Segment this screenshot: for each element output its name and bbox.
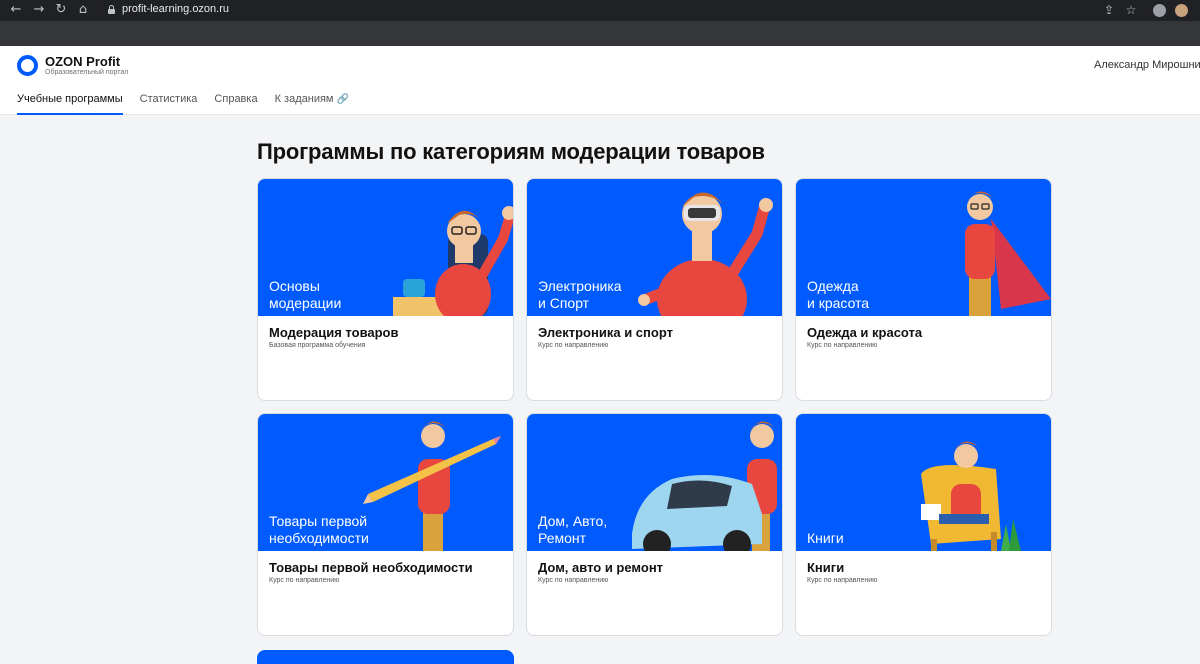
card-banner: Дом, Авто, Ремонт [527,414,782,551]
page-title: Программы по категориям модерации товаро… [257,139,765,164]
tab-tasks[interactable]: К заданиям 🔗 [275,93,349,115]
card-banner: Электроника и Спорт [527,179,782,316]
card-title: Одежда и красота [807,325,923,340]
card-banner: Одежда и красота [796,179,1051,316]
card-subtitle: Курс по направлению [807,342,878,349]
card-banner: Основы модерации [258,179,513,316]
back-icon[interactable]: ← [8,2,24,18]
extension-icon[interactable] [1153,4,1166,17]
card-title: Электроника и спорт [538,325,673,340]
forward-icon[interactable]: → [31,2,47,18]
program-card[interactable]: Дом, Авто, Ремонт Дом, авто и ремонт Курс… [526,413,783,636]
banner-label: Одежда и красота [807,278,870,311]
tab-programs[interactable]: Учебные программы [17,93,123,115]
ozon-logo-icon[interactable] [17,55,38,76]
banner-label: Товары первой необходимости [269,513,369,546]
banner-label: Книги [807,530,844,546]
card-title: Товары первой необходимости [269,560,473,575]
tab-help[interactable]: Справка [214,93,257,115]
card-subtitle: Курс по направлению [538,577,609,584]
program-card-partial[interactable] [257,650,514,664]
lock-icon [108,5,115,14]
banner-label: Электроника и Спорт [538,278,622,311]
user-name[interactable]: Александр Мирошни [1094,59,1200,71]
tab-statistics[interactable]: Статистика [140,93,198,115]
card-title: Книги [807,560,845,575]
card-banner: Книги [796,414,1051,551]
address-bar[interactable] [98,1,1148,20]
card-subtitle: Курс по направлению [269,577,340,584]
card-title: Модерация товаров [269,325,399,340]
bookmark-star-icon[interactable]: ☆ [1123,2,1139,18]
program-card[interactable]: Товары первой необходимости Товары первой… [257,413,514,636]
external-link-icon: 🔗 [336,94,349,105]
profile-avatar-icon[interactable] [1175,4,1188,17]
program-grid: Основы модерации Модерация товаров Базова… [257,178,1053,636]
card-banner: Товары первой необходимости [258,414,513,551]
address-url[interactable]: profit-learning.ozon.ru [122,3,229,15]
main-nav: Учебные программы Статистика Справка К з… [17,93,349,115]
program-card[interactable]: Электроника и Спорт Электроника и спорт К… [526,178,783,401]
program-card[interactable]: Одежда и красота Одежда и красота Курс по… [795,178,1052,401]
brand-name[interactable]: OZON Profit [45,54,120,69]
card-title: Дом, авто и ремонт [538,560,664,575]
site-header: OZON Profit Образовательный портал Алекс… [0,46,1200,115]
card-subtitle: Базовая программа обучения [269,342,366,349]
card-subtitle: Курс по направлению [538,342,609,349]
card-subtitle: Курс по направлению [807,577,878,584]
banner-label: Основы модерации [269,278,342,311]
banner-label: Дом, Авто, Ремонт [538,513,608,546]
reload-icon[interactable]: ↻ [53,2,69,18]
program-card[interactable]: Основы модерации Модерация товаров Базова… [257,178,514,401]
program-card[interactable]: Книги Книги Курс по направлению [795,413,1052,636]
brand-subtitle: Образовательный портал [45,69,129,76]
share-icon[interactable]: ⇪ [1101,2,1117,18]
home-icon[interactable]: ⌂ [75,2,91,18]
browser-chrome: ← → ↻ ⌂ profit-learning.ozon.ru ⇪ ☆ [0,0,1200,46]
